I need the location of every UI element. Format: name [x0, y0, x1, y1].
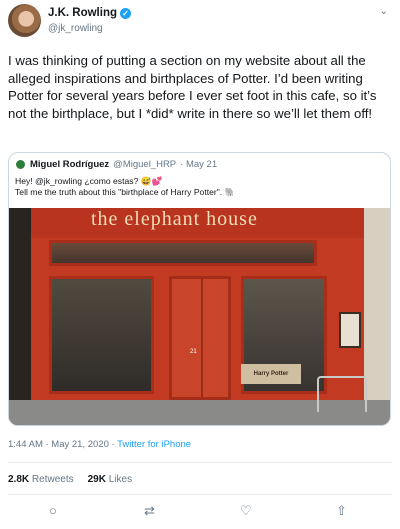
likes-label: Likes — [108, 474, 133, 485]
quoted-handle: @Miguel_HRP — [113, 159, 177, 170]
tweet-stats: 2.8K Retweets 29K Likes — [8, 474, 132, 485]
photo-door-divider — [201, 279, 203, 397]
photo-window-top — [49, 240, 317, 266]
retweets-stat[interactable]: 2.8K Retweets — [8, 474, 74, 485]
author-handle[interactable]: @jk_rowling — [48, 23, 103, 34]
quoted-date: · May 21 — [180, 159, 218, 170]
quoted-line-1: Hey! @jk_rowling ¿como estas? 😅💕 — [15, 176, 163, 186]
quoted-name: Miguel Rodríguez — [30, 159, 110, 170]
like-icon[interactable]: ♡ — [240, 503, 252, 519]
likes-stat[interactable]: 29K Likes — [88, 474, 133, 485]
divider — [8, 494, 392, 495]
reply-icon[interactable]: ○ — [49, 503, 57, 518]
retweet-icon[interactable]: ⇄ — [144, 503, 155, 519]
retweets-label: Retweets — [31, 474, 74, 485]
quoted-photo[interactable]: the elephant house 21 Harry Potter — [9, 208, 390, 425]
photo-pillar-right — [364, 208, 390, 425]
photo-window-left — [49, 276, 154, 394]
tweet-header: J.K. Rowling ✓ @jk_rowling ⌄ — [8, 4, 392, 40]
chevron-down-icon[interactable]: ⌄ — [380, 6, 388, 17]
quoted-line-2: Tell me the truth about this "birthplace… — [15, 187, 236, 197]
verified-badge-icon: ✓ — [120, 7, 131, 19]
avatar[interactable] — [8, 4, 41, 37]
retweets-count: 2.8K — [8, 474, 30, 485]
photo-door-number: 21 — [190, 349, 197, 355]
divider — [8, 462, 392, 463]
author-name[interactable]: J.K. Rowling ✓ — [48, 7, 131, 19]
tweet-text: I was thinking of putting a section on m… — [8, 53, 377, 121]
tweet-actions: ○ ⇄ ♡ ⇧ — [0, 503, 400, 523]
photo-pillar-left — [9, 208, 31, 425]
quoted-avatar — [15, 159, 26, 170]
photo-plaque: Harry Potter — [241, 364, 301, 384]
photo-bike-rail — [317, 376, 367, 412]
photo-sign-band: the elephant house — [31, 208, 364, 238]
photo-sign-text: the elephant house — [91, 208, 258, 230]
share-icon[interactable]: ⇧ — [336, 503, 347, 519]
quoted-text: Hey! @jk_rowling ¿como estas? 😅💕 Tell me… — [15, 176, 385, 198]
photo-menu-board — [339, 312, 361, 348]
tweet-meta: 1:44 AM · May 21, 2020 · Twitter for iPh… — [8, 439, 191, 450]
photo-door: 21 — [169, 276, 231, 400]
quoted-tweet[interactable]: Miguel Rodríguez @Miguel_HRP · May 21 He… — [8, 152, 391, 426]
tweet-source-link[interactable]: Twitter for iPhone — [117, 439, 191, 450]
quoted-header: Miguel Rodríguez @Miguel_HRP · May 21 — [15, 159, 217, 170]
author-name-text[interactable]: J.K. Rowling — [48, 7, 117, 19]
tweet-time[interactable]: 1:44 AM · May 21, 2020 · — [8, 439, 117, 450]
likes-count: 29K — [87, 474, 106, 485]
